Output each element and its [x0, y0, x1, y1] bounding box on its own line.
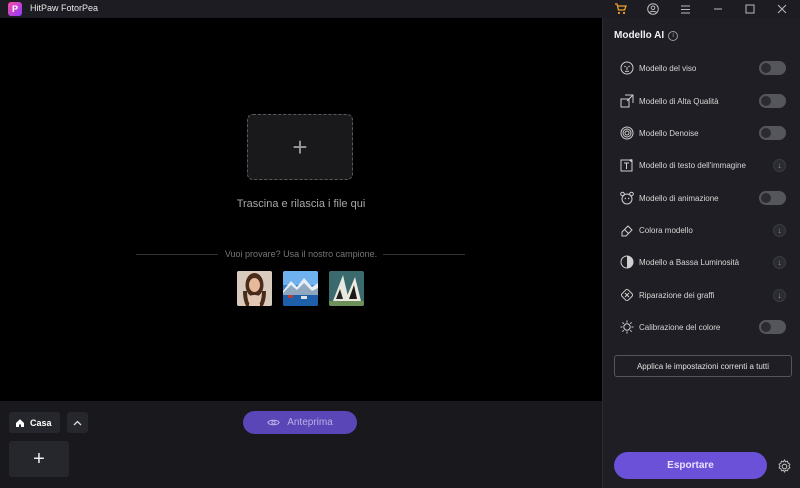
model-row-colorize: Colora modello ↓ [603, 219, 800, 241]
color-calibration-toggle[interactable] [759, 320, 786, 334]
minimize-icon[interactable] [710, 1, 726, 17]
drop-instructions: Trascina e rilascia i file qui [236, 198, 366, 210]
model-row-text-image: Modello di testo dell'immagine ↓ [603, 154, 800, 176]
model-row-face: Modello del viso [603, 57, 800, 79]
animation-model-toggle[interactable] [759, 191, 786, 205]
app-logo-icon: P [8, 2, 22, 16]
ai-model-panel: Modello AI i Modello del viso Modello di… [602, 18, 800, 488]
preview-button[interactable]: Anteprima [243, 411, 357, 434]
text-image-icon [619, 157, 635, 173]
sample-thumbnail-fish[interactable] [329, 271, 364, 306]
colorize-icon [619, 222, 635, 238]
model-label: Colora modello [639, 225, 693, 235]
export-button[interactable]: Esportare [614, 452, 767, 479]
model-row-color-calibration: Calibrazione del colore [603, 316, 800, 338]
model-label: Modello di Alta Qualità [639, 96, 719, 106]
cart-icon[interactable] [612, 1, 628, 17]
home-tab-label: Casa [30, 417, 52, 428]
denoise-icon [619, 125, 635, 141]
model-label: Modello Denoise [639, 128, 699, 138]
panel-title-text: Modello AI [614, 30, 665, 41]
download-icon[interactable]: ↓ [773, 158, 786, 172]
chevron-up-icon [73, 420, 82, 425]
collapse-button[interactable] [67, 412, 88, 433]
face-icon [619, 60, 635, 76]
plus-icon: + [292, 132, 308, 162]
gear-icon[interactable] [775, 457, 793, 475]
app-title: HitPaw FotorPea [30, 3, 99, 13]
model-label: Modello di testo dell'immagine [639, 160, 746, 170]
download-icon[interactable]: ↓ [773, 255, 786, 269]
model-label: Modello a Bassa Luminosità [639, 257, 740, 267]
account-icon[interactable] [645, 1, 661, 17]
close-icon[interactable] [774, 1, 790, 17]
low-light-icon [619, 254, 635, 270]
model-row-low-light: Modello a Bassa Luminosità ↓ [603, 251, 800, 273]
home-tab[interactable]: Casa [9, 412, 60, 433]
sample-thumbnail-landscape[interactable] [283, 271, 318, 306]
app-window: P HitPaw FotorPea + Trascina e rilascia … [0, 0, 800, 488]
eye-icon [267, 419, 280, 426]
face-model-toggle[interactable] [759, 61, 786, 75]
file-drop-zone[interactable]: + [247, 114, 353, 180]
model-label: Modello del viso [639, 63, 697, 73]
model-label: Calibrazione del colore [639, 322, 721, 332]
upscale-icon [619, 93, 635, 109]
model-label: Riparazione dei graffi [639, 290, 715, 300]
download-icon[interactable]: ↓ [773, 223, 786, 237]
sample-prompt: Vuoi provare? Usa il nostro campione. [0, 249, 602, 259]
animation-icon [619, 190, 635, 206]
model-row-animation: Modello di animazione [603, 187, 800, 209]
panel-title: Modello AI i [614, 30, 679, 41]
model-row-scratch-repair: Riparazione dei graffi ↓ [603, 284, 800, 306]
scratch-repair-icon [619, 287, 635, 303]
color-calibration-icon [619, 319, 635, 335]
plus-icon: + [33, 447, 45, 470]
model-row-denoise: Modello Denoise [603, 122, 800, 144]
preview-label: Anteprima [287, 417, 333, 428]
maximize-icon[interactable] [742, 1, 758, 17]
sample-thumbnail-portrait[interactable] [237, 271, 272, 306]
model-row-high-quality: Modello di Alta Qualità [603, 90, 800, 112]
info-icon[interactable]: i [668, 30, 679, 41]
apply-to-all-button[interactable]: Applica le impostazioni correnti a tutti [614, 355, 792, 377]
high-quality-model-toggle[interactable] [759, 94, 786, 108]
denoise-model-toggle[interactable] [759, 126, 786, 140]
title-bar: P HitPaw FotorPea [0, 0, 800, 18]
add-file-button[interactable]: + [9, 441, 69, 477]
menu-icon[interactable] [677, 1, 693, 17]
download-icon[interactable]: ↓ [773, 288, 786, 302]
model-label: Modello di animazione [639, 193, 719, 203]
home-icon [16, 418, 24, 427]
